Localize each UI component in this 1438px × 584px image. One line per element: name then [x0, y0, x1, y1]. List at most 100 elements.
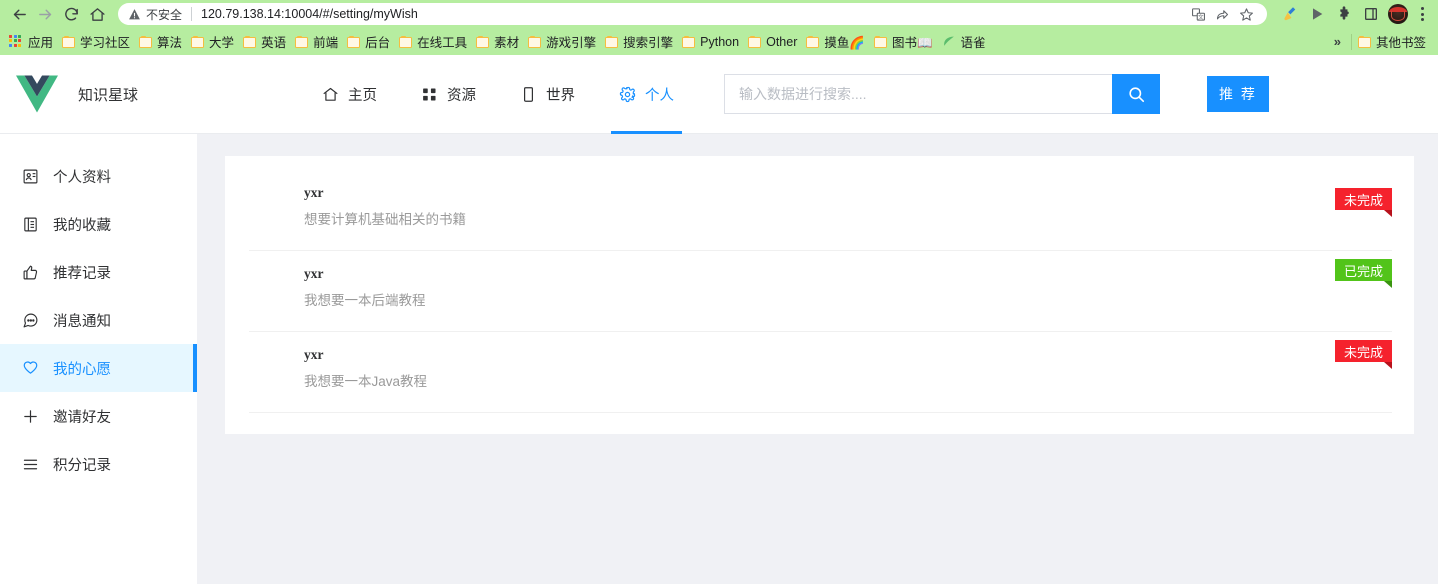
other-bookmarks-button[interactable]: 其他书签	[1355, 30, 1432, 53]
bookmark-label: 语雀	[960, 36, 986, 50]
sidebar-item-notifications[interactable]: 消息通知	[0, 296, 197, 344]
status-badge-label: 未完成	[1343, 192, 1383, 208]
bookmark-star-icon[interactable]	[1235, 3, 1257, 25]
folder-icon	[191, 35, 205, 48]
bookmark-item[interactable]: 后台	[344, 30, 396, 53]
tab-resources[interactable]: 资源	[399, 55, 498, 134]
bookmark-label: 素材	[494, 36, 520, 50]
thumbs-up-icon	[23, 265, 38, 279]
bookmark-item[interactable]: 摸鱼🌈	[803, 30, 871, 53]
profile-avatar-icon[interactable]	[1385, 1, 1411, 27]
app-window: 知识星球 主页 资源 世界 个人 输入数据进行搜索.... 推 荐 个人资料 我…	[0, 55, 1438, 584]
wish-user: yxr	[304, 347, 324, 362]
omnibox-actions: 文	[1187, 3, 1257, 25]
brand[interactable]: 知识星球	[16, 75, 300, 113]
bookmark-label: 摸鱼🌈	[824, 36, 865, 50]
bookmark-item[interactable]: 游戏引擎	[525, 30, 602, 53]
plus-icon	[24, 409, 37, 423]
bookmark-item[interactable]: 算法	[136, 30, 188, 53]
folder-icon	[399, 35, 413, 48]
reload-button[interactable]	[58, 1, 84, 27]
bookmark-item[interactable]: Other	[745, 33, 803, 51]
search-input[interactable]	[724, 74, 1112, 114]
security-label: 不安全	[146, 7, 183, 22]
search-icon	[1128, 86, 1144, 102]
bookmark-item[interactable]: 语雀	[939, 30, 992, 53]
folder-icon	[295, 35, 309, 48]
bookmark-item[interactable]: 前端	[292, 30, 344, 53]
status-badge: 已完成	[1334, 259, 1393, 288]
folder-icon	[139, 35, 153, 48]
translate-icon[interactable]: 文	[1187, 3, 1209, 25]
sidebar-item-label: 积分记录	[53, 457, 111, 474]
sidebar-item-recommend-log[interactable]: 推荐记录	[0, 248, 197, 296]
home-button[interactable]	[84, 1, 110, 27]
sidebar-item-profile[interactable]: 个人资料	[0, 152, 197, 200]
header-avatar[interactable]	[1312, 72, 1356, 116]
bookmark-label: 游戏引擎	[546, 36, 597, 50]
bookmarks-divider	[1350, 33, 1352, 50]
bookmark-item[interactable]: 图书📖	[871, 30, 939, 53]
broom-extension-icon[interactable]	[1277, 1, 1303, 27]
book-icon	[524, 86, 533, 102]
folder-icon	[682, 35, 696, 48]
bookmark-list-icon	[24, 217, 37, 231]
wish-content: yxr 想要计算机基础相关的书籍	[304, 184, 1392, 229]
wish-list-card: yxr 想要计算机基础相关的书籍 未完成 yxr 我想要一本后端教程 已完成 y…	[225, 156, 1414, 434]
sidepanel-icon[interactable]	[1358, 1, 1384, 27]
insecure-warning-icon	[129, 8, 140, 19]
folder-icon	[605, 35, 619, 48]
list-lines-icon	[23, 459, 38, 469]
bookmark-item[interactable]: 在线工具	[396, 30, 473, 53]
bookmark-label: 学习社区	[80, 36, 131, 50]
sidebar: 个人资料 我的收藏 推荐记录 消息通知 我的心愿 邀请好友 积分记录	[0, 134, 197, 584]
menu-kebab-icon[interactable]	[1412, 3, 1432, 25]
sidebar-item-invite-friends[interactable]: 邀请好友	[0, 392, 197, 440]
bookmark-label: 前端	[313, 36, 339, 50]
bookmark-item[interactable]: 素材	[473, 30, 525, 53]
sidebar-item-favorites[interactable]: 我的收藏	[0, 200, 197, 248]
forward-button[interactable]	[32, 1, 58, 27]
wish-description: 我想要一本后端教程	[304, 293, 426, 308]
wish-list-item[interactable]: yxr 我想要一本后端教程 已完成	[249, 251, 1393, 332]
bookmark-item[interactable]: Python	[679, 33, 745, 51]
play-extension-icon[interactable]	[1304, 1, 1330, 27]
bookmark-item[interactable]: 大学	[188, 30, 240, 53]
folder-icon	[873, 35, 887, 48]
bookmarks-overflow-button[interactable]: »	[1327, 34, 1348, 49]
bookmark-item[interactable]: 英语	[240, 30, 292, 53]
arrow-left-icon	[13, 9, 26, 19]
back-button[interactable]	[6, 1, 32, 27]
wish-user: yxr	[304, 266, 324, 281]
sidebar-item-points-log[interactable]: 积分记录	[0, 440, 197, 488]
extension-icons	[1277, 1, 1432, 27]
address-bar[interactable]: 不安全 120.79.138.14:10004/#/setting/myWish…	[118, 3, 1267, 25]
app-body: 个人资料 我的收藏 推荐记录 消息通知 我的心愿 邀请好友 积分记录 yxr 想…	[0, 134, 1438, 584]
search-bar	[724, 74, 1160, 114]
wish-list-item[interactable]: yxr 想要计算机基础相关的书籍 未完成	[249, 180, 1393, 251]
bookmark-apps[interactable]: 应用	[6, 30, 59, 53]
sidebar-item-label: 个人资料	[53, 169, 111, 186]
puzzle-extensions-icon[interactable]	[1331, 1, 1357, 27]
search-button[interactable]	[1112, 74, 1160, 114]
tab-home[interactable]: 主页	[300, 55, 399, 134]
wish-list-item[interactable]: yxr 我想要一本Java教程 未完成	[249, 332, 1393, 413]
browser-toolbar: 不安全 120.79.138.14:10004/#/setting/myWish…	[0, 0, 1438, 28]
other-bookmarks-label: 其他书签	[1375, 36, 1426, 50]
share-icon[interactable]	[1211, 3, 1233, 25]
bookmark-label: 应用	[28, 36, 54, 50]
vue-logo	[16, 75, 58, 113]
sidebar-item-my-wishes[interactable]: 我的心愿	[0, 344, 197, 392]
bookmark-label: 搜索引擎	[623, 36, 674, 50]
sidebar-item-label: 消息通知	[53, 313, 111, 330]
tab-personal[interactable]: 个人	[597, 55, 696, 134]
avatar	[249, 348, 282, 381]
wish-user: yxr	[304, 185, 324, 200]
tab-world[interactable]: 世界	[498, 55, 597, 134]
tab-label: 世界	[546, 87, 575, 104]
bookmark-label: 大学	[209, 36, 235, 50]
recommend-button[interactable]: 推 荐	[1207, 76, 1269, 112]
bookmark-item[interactable]: 学习社区	[59, 30, 136, 53]
bookmark-item[interactable]: 搜索引擎	[602, 30, 679, 53]
gear-icon	[619, 86, 636, 102]
